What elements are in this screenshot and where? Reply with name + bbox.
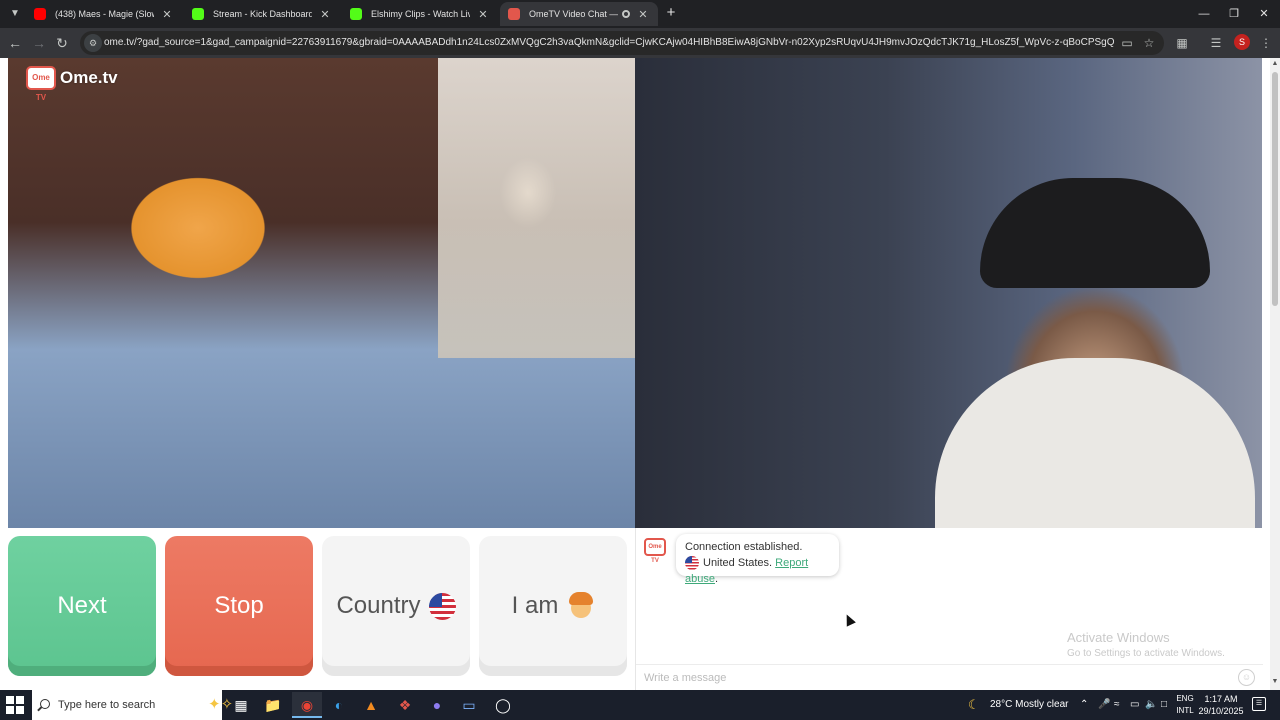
us-flag-icon: [428, 592, 456, 620]
app-circle-icon[interactable]: ◯: [488, 692, 518, 718]
menu-kebab-icon[interactable]: ⋮: [1256, 33, 1276, 53]
partner-video: Ome TV Ome.tv: [8, 58, 635, 528]
url-text[interactable]: ome.tv/?gad_source=1&gad_campaignid=2276…: [104, 31, 1114, 55]
activate-windows-title: Activate Windows: [1067, 630, 1170, 645]
battery-icon[interactable]: □: [1161, 690, 1167, 720]
tab-title: Elshimy Clips - Watch Live on K: [371, 9, 470, 19]
kick-icon: [192, 8, 204, 20]
chat-panel: Ome TV Connection established. United St…: [635, 528, 1263, 690]
tab-ometv[interactable]: OmeTV Video Chat — Ome ✕: [500, 2, 658, 26]
tab-title: OmeTV Video Chat — Ome: [529, 9, 618, 19]
logo-badge: Ome TV: [26, 66, 56, 102]
tab-search-icon[interactable]: ▼: [4, 4, 26, 24]
partner-country-line: United States. Report abuse.: [685, 555, 830, 587]
page-scrollbar[interactable]: ▲ ▼: [1270, 58, 1280, 690]
ometv-page: Ome TV Ome.tv Next Stop Country I am Ome…: [0, 58, 1270, 690]
bookmark-star-icon[interactable]: ☆: [1140, 34, 1158, 52]
search-icon: [40, 699, 50, 709]
restore-button[interactable]: ❐: [1218, 0, 1250, 28]
tray-chevron-icon[interactable]: ⌃: [1080, 690, 1088, 720]
youtube-icon: [34, 8, 46, 20]
profile-avatar[interactable]: S: [1234, 34, 1250, 50]
country-label: Country: [336, 592, 421, 619]
app-red-icon[interactable]: ❖: [390, 692, 420, 718]
network-icon[interactable]: ≈: [1114, 690, 1120, 720]
language-code: ENG: [1176, 694, 1194, 703]
media-control-icon[interactable]: ☰: [1206, 33, 1226, 53]
file-explorer-icon[interactable]: 📁: [258, 692, 288, 718]
clock-time: 1:17 AM: [1204, 694, 1238, 704]
partner-country: United States.: [703, 557, 773, 569]
app-window-icon[interactable]: ▭: [454, 692, 484, 718]
reload-icon[interactable]: ↻: [52, 33, 72, 53]
app-orange-icon[interactable]: ▲: [356, 692, 386, 718]
new-tab-button[interactable]: +: [662, 4, 680, 24]
address-bar[interactable]: ⚙ ome.tv/?gad_source=1&gad_campaignid=22…: [80, 31, 1164, 55]
tab-kick-dashboard[interactable]: Stream - Kick Dashboard ✕: [184, 2, 340, 26]
message-input[interactable]: [644, 669, 1224, 687]
windows-start-icon[interactable]: [6, 696, 24, 714]
tab-strip: ▼ (438) Maes - Magie (Slowed - ✕ Stream …: [0, 0, 1280, 28]
taskbar-clock[interactable]: 1:17 AM 29/10/2025: [1196, 693, 1246, 717]
gender-button[interactable]: I am: [479, 536, 627, 676]
language-layout: INTL: [1176, 706, 1194, 715]
close-icon[interactable]: ✕: [318, 8, 332, 21]
logo-text: Ome.tv: [60, 68, 118, 87]
search-placeholder: Type here to search: [58, 699, 156, 711]
self-video: [635, 58, 1262, 528]
weather-text[interactable]: 28°C Mostly clear: [990, 690, 1068, 720]
scroll-up-icon[interactable]: ▲: [1270, 60, 1280, 70]
edge-icon[interactable]: ◐: [324, 692, 354, 718]
obs-icon[interactable]: ●: [422, 692, 452, 718]
browser-toolbar: ← → ↻ ⚙ ome.tv/?gad_source=1&gad_campaig…: [0, 28, 1280, 58]
emoji-icon[interactable]: ☺: [1238, 669, 1255, 686]
report-suffix: .: [714, 573, 719, 585]
ometv-logo[interactable]: Ome TV Ome.tv: [26, 66, 118, 102]
notification-icon[interactable]: ☰: [1252, 697, 1266, 711]
iam-label: I am: [511, 592, 559, 619]
back-icon[interactable]: ←: [5, 33, 25, 53]
close-icon[interactable]: ✕: [476, 8, 490, 21]
tab-youtube[interactable]: (438) Maes - Magie (Slowed - ✕: [26, 2, 182, 26]
extensions-icon[interactable]: ▦: [1172, 33, 1192, 53]
close-icon[interactable]: ✕: [160, 8, 174, 21]
stop-label: Stop: [214, 592, 264, 619]
windows-taskbar: Type here to search ✦✧ ▦ 📁 ◉ ◐ ▲ ❖ ● ▭ ◯…: [0, 690, 1280, 720]
volume-icon[interactable]: 🔈: [1145, 690, 1157, 720]
forward-icon[interactable]: →: [29, 33, 49, 53]
tab-title: Stream - Kick Dashboard: [213, 9, 312, 19]
kick-icon: [350, 8, 362, 20]
close-icon[interactable]: ✕: [636, 8, 650, 21]
next-button[interactable]: Next: [8, 536, 156, 676]
next-label: Next: [57, 592, 107, 619]
recording-icon: [622, 10, 630, 18]
country-button[interactable]: Country: [322, 536, 470, 676]
us-flag-icon: [685, 556, 699, 571]
activate-windows-subtitle: Go to Settings to activate Windows.: [1067, 648, 1225, 659]
tab-elshimy-clips[interactable]: Elshimy Clips - Watch Live on K ✕: [342, 2, 498, 26]
connection-status: Connection established.: [685, 541, 803, 553]
scroll-down-icon[interactable]: ▼: [1270, 678, 1280, 688]
cast-icon[interactable]: ▭: [1118, 34, 1136, 52]
language-indicator[interactable]: ENG INTL: [1174, 693, 1196, 717]
weather-icon[interactable]: ☾: [968, 690, 980, 720]
taskbar-search[interactable]: Type here to search ✦✧: [32, 690, 233, 720]
microphone-icon[interactable]: 🎤: [1098, 690, 1110, 720]
tab-title: (438) Maes - Magie (Slowed -: [55, 9, 154, 19]
ometv-icon: [508, 8, 520, 20]
task-view-icon[interactable]: ▦: [226, 692, 256, 718]
chat-logo-icon: Ome TV: [644, 538, 666, 564]
display-icon[interactable]: ▭: [1130, 690, 1139, 720]
chrome-icon[interactable]: ◉: [292, 692, 322, 718]
clock-date: 29/10/2025: [1198, 706, 1244, 716]
male-face-icon: [568, 592, 594, 620]
minimize-button[interactable]: —: [1188, 0, 1220, 28]
stop-button[interactable]: Stop: [165, 536, 313, 676]
close-window-button[interactable]: ✕: [1248, 0, 1280, 28]
system-message: Connection established. United States. R…: [676, 534, 839, 585]
scroll-thumb[interactable]: [1272, 72, 1278, 306]
site-info-icon[interactable]: ⚙: [84, 34, 102, 52]
chat-input-bar: ☺: [636, 664, 1263, 690]
